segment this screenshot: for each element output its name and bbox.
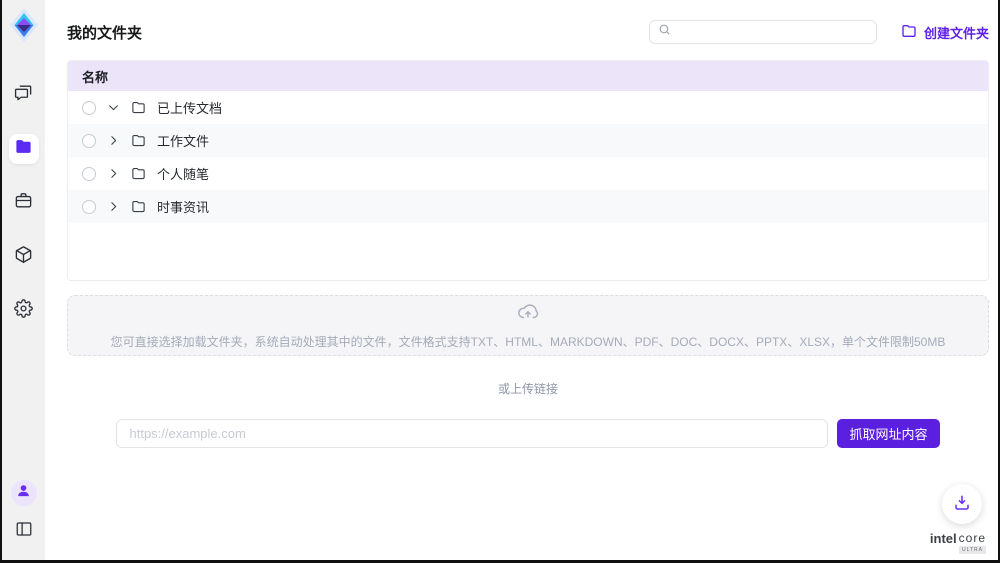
sidebar-bottom [9,480,39,560]
app-window: 我的文件夹 创建文件夹 名称 [0,0,1000,563]
sidebar-item-models[interactable] [9,242,39,272]
sidebar-item-workbench[interactable] [9,188,39,218]
table-row[interactable]: 工作文件 [68,124,988,157]
intel-core-logo: intel core ultra [930,531,986,554]
folder-outline-icon [131,199,146,214]
search-icon [658,23,671,41]
chevron-right-icon[interactable] [107,200,120,213]
url-upload-row: 抓取网址内容 [67,419,989,448]
table-row[interactable]: 时事资讯 [68,190,988,223]
url-input[interactable] [116,419,828,448]
chevron-down-icon[interactable] [107,101,120,114]
folder-name: 时事资讯 [157,197,209,216]
diamond-gem-logo-icon [10,8,38,47]
table-row[interactable]: 已上传文档 [68,91,988,124]
folder-table: 名称 已上传文档 工作文件 个人随笔 [67,60,989,281]
fetch-url-button[interactable]: 抓取网址内容 [837,419,939,448]
table-header: 名称 [68,61,988,91]
search-input[interactable] [677,25,868,39]
download-icon [953,494,971,515]
sidebar-item-chat[interactable] [9,80,39,110]
topbar: 我的文件夹 创建文件夹 [67,20,989,44]
folder-table-body: 已上传文档 工作文件 个人随笔 时事资讯 [68,91,988,223]
intel-brand-text: intel [930,531,957,546]
gear-icon [14,299,33,323]
panel-toggle-icon [15,520,33,543]
table-row[interactable]: 个人随笔 [68,157,988,190]
chevron-right-icon[interactable] [107,134,120,147]
sidebar-nav [9,80,39,326]
user-avatar[interactable] [11,480,37,506]
folder-outline-icon [901,23,917,42]
sidebar-item-folders[interactable] [9,134,39,164]
folder-icon [14,137,33,161]
folder-outline-icon [131,133,146,148]
sidebar-item-settings[interactable] [9,296,39,326]
cube-icon [14,245,33,269]
folder-name: 个人随笔 [157,164,209,183]
core-brand-text: core [959,531,986,545]
or-upload-link-label: 或上传链接 [67,380,989,397]
row-checkbox[interactable] [82,101,96,115]
folder-name: 已上传文档 [157,98,222,117]
folder-outline-icon [131,100,146,115]
column-header-name: 名称 [82,67,108,86]
chat-icon [14,83,33,107]
upload-hint: 您可直接选择加载文件夹，系统自动处理其中的文件，文件格式支持TXT、HTML、M… [111,333,946,350]
briefcase-icon [14,191,33,215]
upload-dropzone[interactable]: 您可直接选择加载文件夹，系统自动处理其中的文件，文件格式支持TXT、HTML、M… [67,295,989,356]
ultra-badge: ultra [959,546,986,554]
row-checkbox[interactable] [82,200,96,214]
folder-name: 工作文件 [157,131,209,150]
collapse-sidebar-button[interactable] [9,516,39,546]
sidebar [2,0,45,560]
search-box[interactable] [649,20,877,44]
create-folder-button[interactable]: 创建文件夹 [901,23,989,42]
cloud-upload-icon [517,301,539,328]
chevron-right-icon[interactable] [107,167,120,180]
download-fab-button[interactable] [942,484,982,524]
user-avatar-icon [16,483,31,503]
app-logo[interactable] [9,8,39,46]
create-folder-label: 创建文件夹 [924,23,989,42]
main-content: 我的文件夹 创建文件夹 名称 [45,0,998,560]
page-title: 我的文件夹 [67,22,142,43]
folder-outline-icon [131,166,146,181]
row-checkbox[interactable] [82,167,96,181]
row-checkbox[interactable] [82,134,96,148]
